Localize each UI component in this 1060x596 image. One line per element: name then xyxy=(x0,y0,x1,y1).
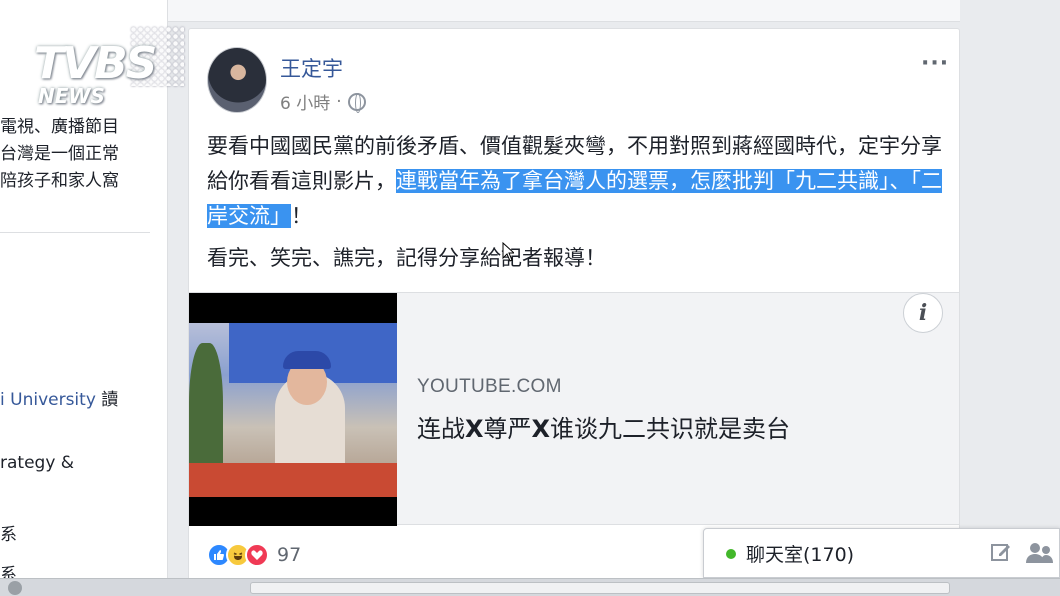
mouse-cursor-icon xyxy=(502,242,514,262)
post-text-end: ！ xyxy=(291,204,312,228)
link-title[interactable]: 连战X尊严X谁谈九二共识就是卖台 xyxy=(417,409,790,444)
left-text-line: 陪孩子和家人窩 xyxy=(0,171,119,191)
link-title-part: 尊严 xyxy=(483,415,532,443)
link-title-part: 连战 xyxy=(417,415,465,443)
post-text-second: 看完、笑完、譙完，記得分享給記者報導！ xyxy=(207,246,606,270)
strategy-text: rategy & xyxy=(0,453,75,473)
more-options-icon[interactable]: ··· xyxy=(921,51,949,76)
university-suffix: 讀 xyxy=(101,390,119,410)
university-line: i University 讀 xyxy=(0,385,118,410)
chat-label: 聊天室(170) xyxy=(746,544,855,566)
thumbnail-cap xyxy=(283,351,331,369)
meta-separator: · xyxy=(336,91,342,112)
post-time[interactable]: 6 小時 xyxy=(280,89,330,114)
scroll-left-icon[interactable] xyxy=(8,581,22,595)
reactions-summary[interactable]: 97 xyxy=(207,543,301,567)
reaction-count: 97 xyxy=(277,544,302,566)
online-status-dot xyxy=(726,549,736,559)
divider xyxy=(0,232,150,233)
globe-icon[interactable] xyxy=(347,92,366,113)
logo-brand: TVBS xyxy=(34,38,157,89)
thumbnail-podium xyxy=(189,463,397,497)
love-icon xyxy=(245,543,269,567)
university-link[interactable]: i University xyxy=(0,390,96,410)
logo-sub: NEWS xyxy=(38,84,105,108)
info-icon[interactable]: i xyxy=(903,293,943,333)
thumbnail-image xyxy=(189,323,397,497)
author-name[interactable]: 王定宇 xyxy=(280,53,343,83)
post-text: 要看中國國民黨的前後矛盾、價值觀髮夾彎，不用對照到蔣經國時代，定宇分享給你看看這… xyxy=(207,129,942,234)
left-char: 系 xyxy=(0,525,17,545)
chat-tab[interactable]: 聊天室(170) xyxy=(703,528,1060,578)
link-title-x: X xyxy=(531,415,551,443)
left-text-line: 電視、廣播節目 xyxy=(0,117,119,137)
scrollbar-thumb[interactable] xyxy=(250,582,950,594)
link-preview-card[interactable]: YOUTUBE.COM 连战X尊严X谁谈九二共识就是卖台 i xyxy=(189,292,959,526)
video-thumbnail[interactable] xyxy=(189,293,397,526)
post-meta: 6 小時 · xyxy=(280,89,366,114)
compose-icon[interactable] xyxy=(990,541,1012,563)
author-avatar[interactable] xyxy=(207,47,267,113)
link-title-x: X xyxy=(465,415,484,443)
tvbs-news-watermark: TVBS NEWS xyxy=(34,26,184,110)
left-text-line: 台灣是一個正常 xyxy=(0,144,119,164)
horizontal-scrollbar[interactable] xyxy=(0,578,1060,596)
link-domain: YOUTUBE.COM xyxy=(417,376,562,397)
link-title-part: 谁谈九二共识就是卖台 xyxy=(550,415,791,443)
people-icon[interactable] xyxy=(1026,541,1054,565)
facebook-post: 王定宇 6 小時 · ··· 要看中國國民黨的前後矛盾、價值觀髮夾彎，不用對照到… xyxy=(188,28,960,588)
